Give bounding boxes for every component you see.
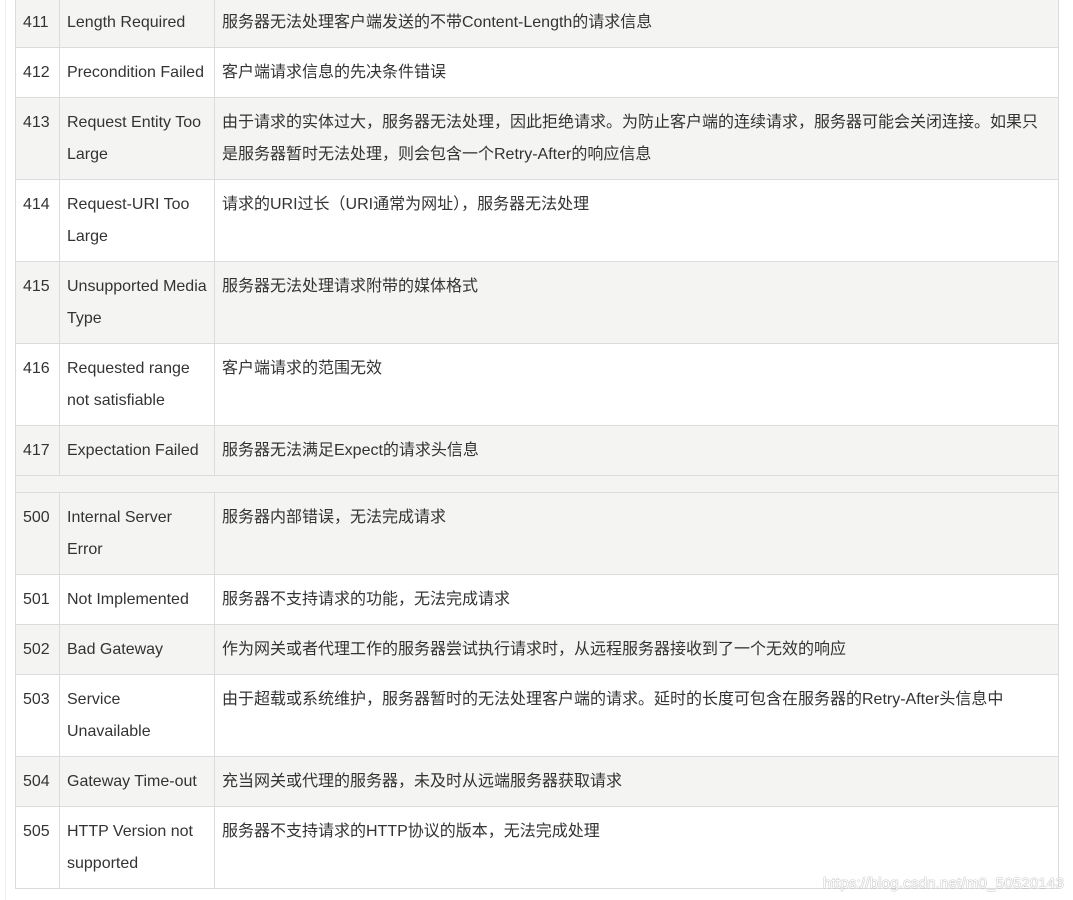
table-divider-cell <box>15 475 1059 493</box>
status-code-cell: 500 <box>15 492 60 575</box>
http-status-table: 411 Length Required 服务器无法处理客户端发送的不带Conte… <box>15 0 1059 889</box>
status-phrase-cell: Service Unavailable <box>59 674 215 757</box>
status-code-cell: 502 <box>15 624 60 675</box>
status-description-cell: 由于超载或系统维护，服务器暂时的无法处理客户端的请求。延时的长度可包含在服务器的… <box>214 674 1059 757</box>
table-row: 414 Request-URI Too Large 请求的URI过长（URI通常… <box>15 179 1059 262</box>
status-code-cell: 416 <box>15 343 60 426</box>
table-row: 417 Expectation Failed 服务器无法满足Expect的请求头… <box>15 425 1059 476</box>
status-phrase-cell: Precondition Failed <box>59 47 215 98</box>
status-code-cell: 504 <box>15 756 60 807</box>
table-row: 501 Not Implemented 服务器不支持请求的功能，无法完成请求 <box>15 574 1059 625</box>
status-code-cell: 413 <box>15 97 60 180</box>
table-row: 504 Gateway Time-out 充当网关或代理的服务器，未及时从远端服… <box>15 756 1059 807</box>
status-description-cell: 服务器无法处理客户端发送的不带Content-Length的请求信息 <box>214 0 1059 48</box>
status-phrase-cell: Unsupported Media Type <box>59 261 215 344</box>
status-description-cell: 请求的URI过长（URI通常为网址），服务器无法处理 <box>214 179 1059 262</box>
status-description-cell: 服务器无法满足Expect的请求头信息 <box>214 425 1059 476</box>
status-code-cell: 503 <box>15 674 60 757</box>
status-phrase-cell: Request-URI Too Large <box>59 179 215 262</box>
status-description-cell: 作为网关或者代理工作的服务器尝试执行请求时，从远程服务器接收到了一个无效的响应 <box>214 624 1059 675</box>
status-code-cell: 414 <box>15 179 60 262</box>
status-code-cell: 505 <box>15 806 60 889</box>
table-divider-row <box>15 475 1059 493</box>
table-row: 503 Service Unavailable 由于超载或系统维护，服务器暂时的… <box>15 674 1059 757</box>
content-edge-line <box>5 0 6 900</box>
status-code-cell: 417 <box>15 425 60 476</box>
table-row: 412 Precondition Failed 客户端请求信息的先决条件错误 <box>15 47 1059 98</box>
status-phrase-cell: Requested range not satisfiable <box>59 343 215 426</box>
status-phrase-cell: Request Entity Too Large <box>59 97 215 180</box>
watermark: https://blog.csdn.net/m0_50520143 <box>823 875 1064 892</box>
table-row: 413 Request Entity Too Large 由于请求的实体过大，服… <box>15 97 1059 180</box>
status-description-cell: 由于请求的实体过大，服务器无法处理，因此拒绝请求。为防止客户端的连续请求，服务器… <box>214 97 1059 180</box>
page: 411 Length Required 服务器无法处理客户端发送的不带Conte… <box>0 0 1073 900</box>
status-phrase-cell: Not Implemented <box>59 574 215 625</box>
status-description-cell: 客户端请求的范围无效 <box>214 343 1059 426</box>
status-phrase-cell: Expectation Failed <box>59 425 215 476</box>
status-code-cell: 501 <box>15 574 60 625</box>
status-phrase-cell: Bad Gateway <box>59 624 215 675</box>
table-row: 500 Internal Server Error 服务器内部错误，无法完成请求 <box>15 492 1059 575</box>
table-row: 415 Unsupported Media Type 服务器无法处理请求附带的媒… <box>15 261 1059 344</box>
table-row: 502 Bad Gateway 作为网关或者代理工作的服务器尝试执行请求时，从远… <box>15 624 1059 675</box>
status-code-cell: 411 <box>15 0 60 48</box>
table-row: 416 Requested range not satisfiable 客户端请… <box>15 343 1059 426</box>
status-description-cell: 服务器不支持请求的功能，无法完成请求 <box>214 574 1059 625</box>
status-description-cell: 服务器无法处理请求附带的媒体格式 <box>214 261 1059 344</box>
status-phrase-cell: Internal Server Error <box>59 492 215 575</box>
status-description-cell: 充当网关或代理的服务器，未及时从远端服务器获取请求 <box>214 756 1059 807</box>
status-description-cell: 客户端请求信息的先决条件错误 <box>214 47 1059 98</box>
status-description-cell: 服务器内部错误，无法完成请求 <box>214 492 1059 575</box>
status-phrase-cell: HTTP Version not supported <box>59 806 215 889</box>
status-code-cell: 415 <box>15 261 60 344</box>
status-phrase-cell: Length Required <box>59 0 215 48</box>
status-phrase-cell: Gateway Time-out <box>59 756 215 807</box>
table-row: 411 Length Required 服务器无法处理客户端发送的不带Conte… <box>15 0 1059 48</box>
status-code-cell: 412 <box>15 47 60 98</box>
